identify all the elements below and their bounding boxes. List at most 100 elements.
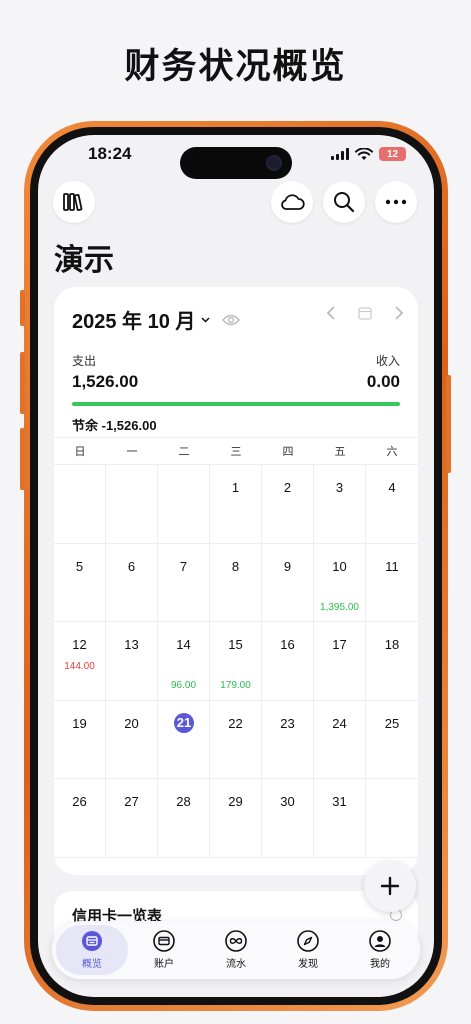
eye-icon[interactable] <box>222 314 241 326</box>
search-button[interactable] <box>323 181 365 223</box>
calendar-day-cell[interactable]: 23 <box>262 700 314 779</box>
month-selector[interactable]: 2025 年 10 月 <box>72 305 241 334</box>
tab-transactions[interactable]: 流水 <box>200 925 272 975</box>
calendar-day-cell[interactable]: 16 <box>262 622 314 701</box>
tab-label: 流水 <box>226 959 246 970</box>
day-number: 30 <box>280 794 295 809</box>
calendar-day-cell[interactable]: 11 <box>366 544 418 622</box>
weekday-label: 五 <box>334 446 346 458</box>
calendar-day-cell[interactable]: 31 <box>314 779 366 858</box>
calendar-day-cell[interactable]: 20 <box>106 700 158 779</box>
weekday-label: 三 <box>230 446 242 458</box>
chevron-down-icon <box>201 316 210 323</box>
calendar-day-cell[interactable]: 9 <box>262 543 314 622</box>
month-nav <box>326 305 404 321</box>
tab-discover[interactable]: 发现 <box>272 925 344 975</box>
phone-screen: 18:24 12 演示 2025 年 10 月 支出 1,526.00 收入 0… <box>38 135 434 997</box>
overview-icon <box>82 931 102 951</box>
tab-label: 我的 <box>370 959 390 970</box>
day-number: 19 <box>72 715 87 731</box>
day-number: 13 <box>124 637 139 652</box>
calendar-day-cell[interactable]: 8 <box>210 543 262 622</box>
day-number: 27 <box>124 794 139 809</box>
day-income-amount: 1,395.00 <box>320 601 359 613</box>
calendar-day-cell[interactable]: 15 179.00 <box>210 622 262 701</box>
promo-headline: 财务状况概览 <box>124 47 347 86</box>
calendar-grid: 1 2 3 4 5 6 7 8 9 10 1,395.00 11 12 144.00 13 14 96.00 15… <box>54 465 418 858</box>
day-number: 29 <box>228 794 243 809</box>
calendar-day-cell[interactable]: 2 <box>262 465 314 544</box>
account-card-icon <box>153 930 175 952</box>
tab-overview[interactable]: 概览 <box>56 925 128 975</box>
tab-label: 发现 <box>298 959 318 970</box>
day-number: 3 <box>335 480 344 495</box>
battery-icon: 12 <box>379 147 406 161</box>
day-number: 12 <box>72 637 87 652</box>
camera-icon <box>266 155 282 171</box>
calendar-day-cell[interactable]: 22 <box>210 700 262 779</box>
prev-month-icon[interactable] <box>326 305 336 321</box>
day-number: 17 <box>332 637 347 652</box>
calendar-day-cell[interactable]: 19 <box>54 700 106 779</box>
books-button[interactable] <box>53 181 95 223</box>
calendar-day-cell[interactable]: 14 96.00 <box>158 622 210 701</box>
calendar-day-cell[interactable]: 12 144.00 <box>54 622 106 701</box>
day-number: 22 <box>228 715 243 731</box>
wifi-icon <box>355 147 373 160</box>
calendar-day-cell[interactable]: 4 <box>366 465 418 544</box>
tab-accounts[interactable]: 账户 <box>128 925 200 975</box>
day-number: 6 <box>127 558 136 574</box>
next-month-icon[interactable] <box>394 305 404 321</box>
weekday-label: 一 <box>126 446 138 458</box>
calendar-day-cell[interactable]: 17 <box>314 622 366 701</box>
calendar-day-cell[interactable]: 10 1,395.00 <box>314 543 366 622</box>
day-number: 2 <box>283 480 292 495</box>
today-day-number: 21 <box>174 712 194 733</box>
calendar-day-cell[interactable]: 18 <box>366 622 418 701</box>
expense-value: 1,526.00 <box>72 372 139 391</box>
calendar-day-cell[interactable]: 25 <box>366 701 418 779</box>
calendar-day-cell[interactable]: 27 <box>106 779 158 858</box>
weekday-label: 四 <box>282 446 294 458</box>
day-number: 20 <box>124 715 139 731</box>
day-number: 24 <box>332 715 347 731</box>
day-number: 25 <box>384 715 400 731</box>
calendar-day-cell[interactable]: 3 <box>314 465 366 544</box>
day-number: 8 <box>231 558 240 574</box>
calendar-day-cell[interactable]: 21 <box>158 700 210 779</box>
day-number: 7 <box>179 558 188 574</box>
weekday-label: 六 <box>386 446 398 458</box>
day-number: 15 <box>228 637 243 652</box>
calendar-day-cell[interactable]: 29 <box>210 779 262 858</box>
signal-icon <box>331 148 349 160</box>
cloud-icon <box>281 194 305 210</box>
calendar-day-cell[interactable]: 6 <box>106 543 158 622</box>
calendar-day-cell[interactable]: 26 <box>54 779 106 858</box>
day-number: 11 <box>385 558 399 574</box>
calendar-card: 2025 年 10 月 支出 1,526.00 收入 0.00 节余 -1,52… <box>54 287 418 875</box>
calendar-day-cell[interactable]: 5 <box>54 543 106 622</box>
calendar-day-cell[interactable]: 1 <box>210 465 262 544</box>
tab-profile[interactable]: 我的 <box>344 925 416 975</box>
calendar-icon[interactable] <box>358 306 372 320</box>
day-number: 28 <box>176 794 191 809</box>
month-label: 2025 年 10 月 <box>72 311 196 333</box>
day-number: 31 <box>332 794 347 809</box>
calendar-day-cell[interactable]: 13 <box>106 622 158 701</box>
calendar-day-cell[interactable]: 28 <box>158 779 210 858</box>
more-button[interactable] <box>375 181 417 223</box>
calendar-day-cell[interactable]: 7 <box>158 543 210 622</box>
battery-level: 12 <box>386 148 399 160</box>
plus-icon <box>380 876 400 896</box>
calendar-day-cell[interactable]: 24 <box>314 700 366 779</box>
day-number: 5 <box>75 558 84 574</box>
cloud-sync-button[interactable] <box>271 181 313 223</box>
expense-label: 支出 <box>72 354 97 368</box>
add-record-button[interactable] <box>364 860 416 912</box>
calendar-day-cell[interactable]: 30 <box>262 779 314 858</box>
calendar-empty-cell <box>158 465 210 544</box>
day-number: 23 <box>280 715 295 731</box>
page-title: 演示 <box>54 244 114 277</box>
day-number: 26 <box>72 794 87 809</box>
calendar-empty-cell <box>366 779 418 858</box>
